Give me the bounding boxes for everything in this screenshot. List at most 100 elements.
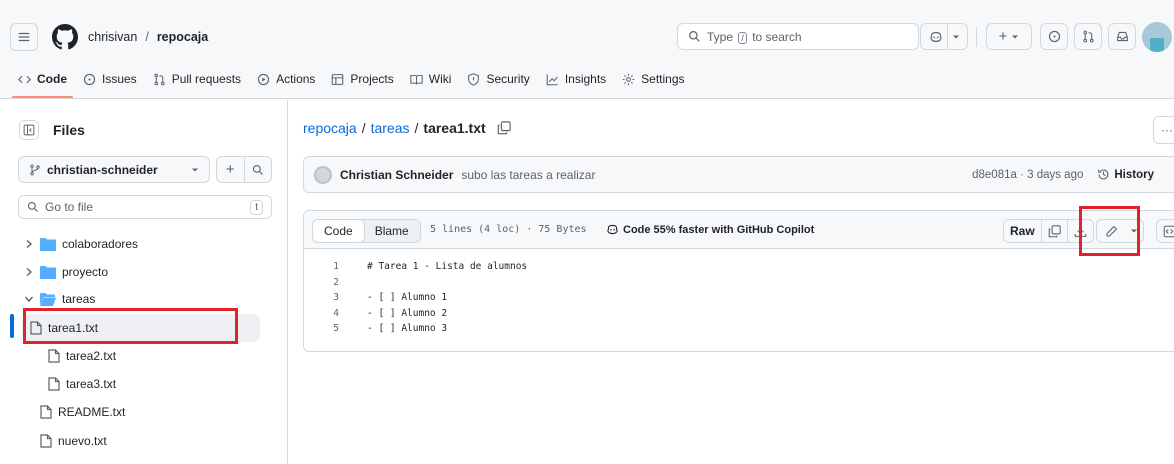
file-line-info: 5 lines (4 loc) · 75 Bytes [430, 224, 587, 235]
selected-indicator [10, 314, 14, 338]
add-file-button[interactable]: + [217, 161, 244, 178]
chevron-down-icon [952, 35, 959, 38]
tab-insights[interactable]: Insights [546, 66, 606, 92]
tab-settings[interactable]: Settings [622, 66, 685, 92]
commit-message[interactable]: subo las tareas a realizar [461, 168, 595, 182]
tab-code[interactable]: Code [12, 66, 73, 98]
github-logo-icon[interactable] [52, 24, 78, 50]
tab-label: Pull requests [171, 72, 242, 86]
git-branch-icon [30, 163, 40, 176]
menu-button[interactable] [10, 23, 38, 51]
go-to-file-placeholder: Go to file [45, 200, 94, 214]
tab-projects[interactable]: Projects [331, 66, 394, 92]
search-files-button[interactable] [245, 164, 272, 176]
code-view-button[interactable]: Code [312, 219, 365, 243]
raw-button[interactable]: Raw [1004, 220, 1042, 242]
folder-icon [40, 238, 56, 251]
tree-file-tarea2[interactable]: tarea2.txt [48, 342, 116, 370]
git-pull-request-icon [1082, 30, 1094, 43]
chevron-down-icon [1131, 229, 1137, 233]
breadcrumb-folder-link[interactable]: tareas [371, 120, 410, 136]
search-icon [27, 201, 38, 212]
history-button[interactable]: History [1097, 168, 1154, 181]
sidebar-collapse-icon [23, 124, 35, 136]
tree-folder-proyecto[interactable]: proyecto [24, 258, 108, 286]
tab-label: Settings [641, 72, 685, 86]
tree-file-nuevo[interactable]: nuevo.txt [40, 427, 107, 455]
blame-view-button[interactable]: Blame [364, 220, 420, 242]
pencil-icon [1106, 225, 1117, 236]
edit-options-button[interactable] [1125, 220, 1143, 242]
copilot-promo-text: Code 55% faster with GitHub Copilot [623, 223, 815, 236]
copilot-button[interactable] [920, 23, 968, 50]
inbox-button[interactable] [1108, 23, 1136, 50]
chevron-down-icon [1012, 35, 1019, 38]
avatar[interactable] [1142, 22, 1172, 52]
issues-button[interactable] [1040, 23, 1068, 50]
copy-icon [1048, 224, 1061, 237]
tab-label: Issues [102, 72, 137, 86]
breadcrumb-repo-link[interactable]: repocaja [303, 120, 357, 136]
symbols-panel-button[interactable] [1156, 219, 1174, 243]
tree-folder-tareas[interactable]: tareas [24, 285, 95, 313]
author-avatar[interactable] [314, 165, 332, 184]
tree-file-tarea3[interactable]: tarea3.txt [48, 370, 116, 398]
file-viewer: Code Blame 5 lines (4 loc) · 75 Bytes Co… [303, 210, 1174, 352]
history-icon [1098, 169, 1109, 180]
tab-actions[interactable]: Actions [257, 66, 315, 92]
tab-label: Code [37, 72, 67, 86]
edit-actions-group [1096, 219, 1144, 243]
tab-label: Wiki [428, 72, 452, 86]
pull-requests-button[interactable] [1074, 23, 1102, 50]
line-number[interactable]: 1 [304, 261, 367, 272]
branch-selector[interactable]: christian-schneider [18, 156, 210, 183]
commit-author[interactable]: Christian Schneider [340, 168, 453, 182]
breadcrumb-separator: / [361, 120, 366, 136]
copy-icon[interactable] [497, 121, 511, 135]
commit-sha-time[interactable]: d8e081a · 3 days ago [972, 169, 1083, 181]
line-number[interactable]: 4 [304, 308, 367, 319]
tab-pull-requests[interactable]: Pull requests [153, 66, 241, 92]
line-number[interactable]: 2 [304, 277, 367, 288]
hamburger-icon [18, 32, 30, 42]
tab-issues[interactable]: Issues [83, 66, 137, 92]
copy-raw-button[interactable] [1042, 220, 1068, 242]
edit-file-button[interactable] [1097, 220, 1125, 242]
tree-file-tarea1[interactable]: tarea1.txt [22, 314, 260, 342]
tree-file-readme[interactable]: README.txt [40, 398, 125, 426]
file-view: repocaja / tareas / tarea1.txt ··· Chris… [289, 100, 1174, 464]
issue-opened-icon [1048, 30, 1060, 43]
repo-link[interactable]: repocaja [157, 30, 208, 44]
line-number[interactable]: 3 [304, 292, 367, 303]
tree-item-label: colaboradores [62, 237, 139, 251]
copilot-icon [607, 224, 618, 235]
play-icon [257, 73, 270, 85]
tab-label: Actions [276, 72, 316, 86]
search-shortcut: / [738, 31, 747, 44]
tab-label: Security [486, 72, 530, 86]
file-icon [48, 377, 60, 391]
tree-item-label: tareas [62, 292, 96, 306]
gear-icon [622, 73, 635, 85]
raw-actions-group: Raw [1003, 219, 1094, 243]
go-to-file-input[interactable]: Go to file t [18, 195, 272, 219]
collapse-sidebar-button[interactable] [19, 120, 39, 140]
download-button[interactable] [1068, 220, 1093, 242]
file-breadcrumb: repocaja / tareas / tarea1.txt [303, 120, 511, 136]
code-line: 1 # Tarea 1 - Lista de alumnos [304, 259, 1174, 275]
tree-folder-colaboradores[interactable]: colaboradores [24, 230, 138, 258]
line-number[interactable]: 5 [304, 323, 367, 334]
repo-nav-tabs: Code Issues Pull requests Actions Projec… [12, 66, 701, 98]
tab-wiki[interactable]: Wiki [410, 66, 452, 92]
owner-link[interactable]: chrisivan [88, 30, 137, 44]
tab-security[interactable]: Security [467, 66, 530, 92]
tree-item-label: tarea2.txt [66, 349, 117, 363]
more-options-button[interactable]: ··· [1153, 116, 1174, 144]
tree-item-label: README.txt [58, 405, 126, 419]
create-new-button[interactable]: + [986, 23, 1032, 50]
copilot-promo-link[interactable]: Code 55% faster with GitHub Copilot [606, 223, 814, 236]
search-input[interactable]: Type / to search [677, 23, 919, 50]
file-icon [40, 405, 52, 419]
folder-icon [40, 266, 56, 279]
search-icon [689, 31, 700, 42]
